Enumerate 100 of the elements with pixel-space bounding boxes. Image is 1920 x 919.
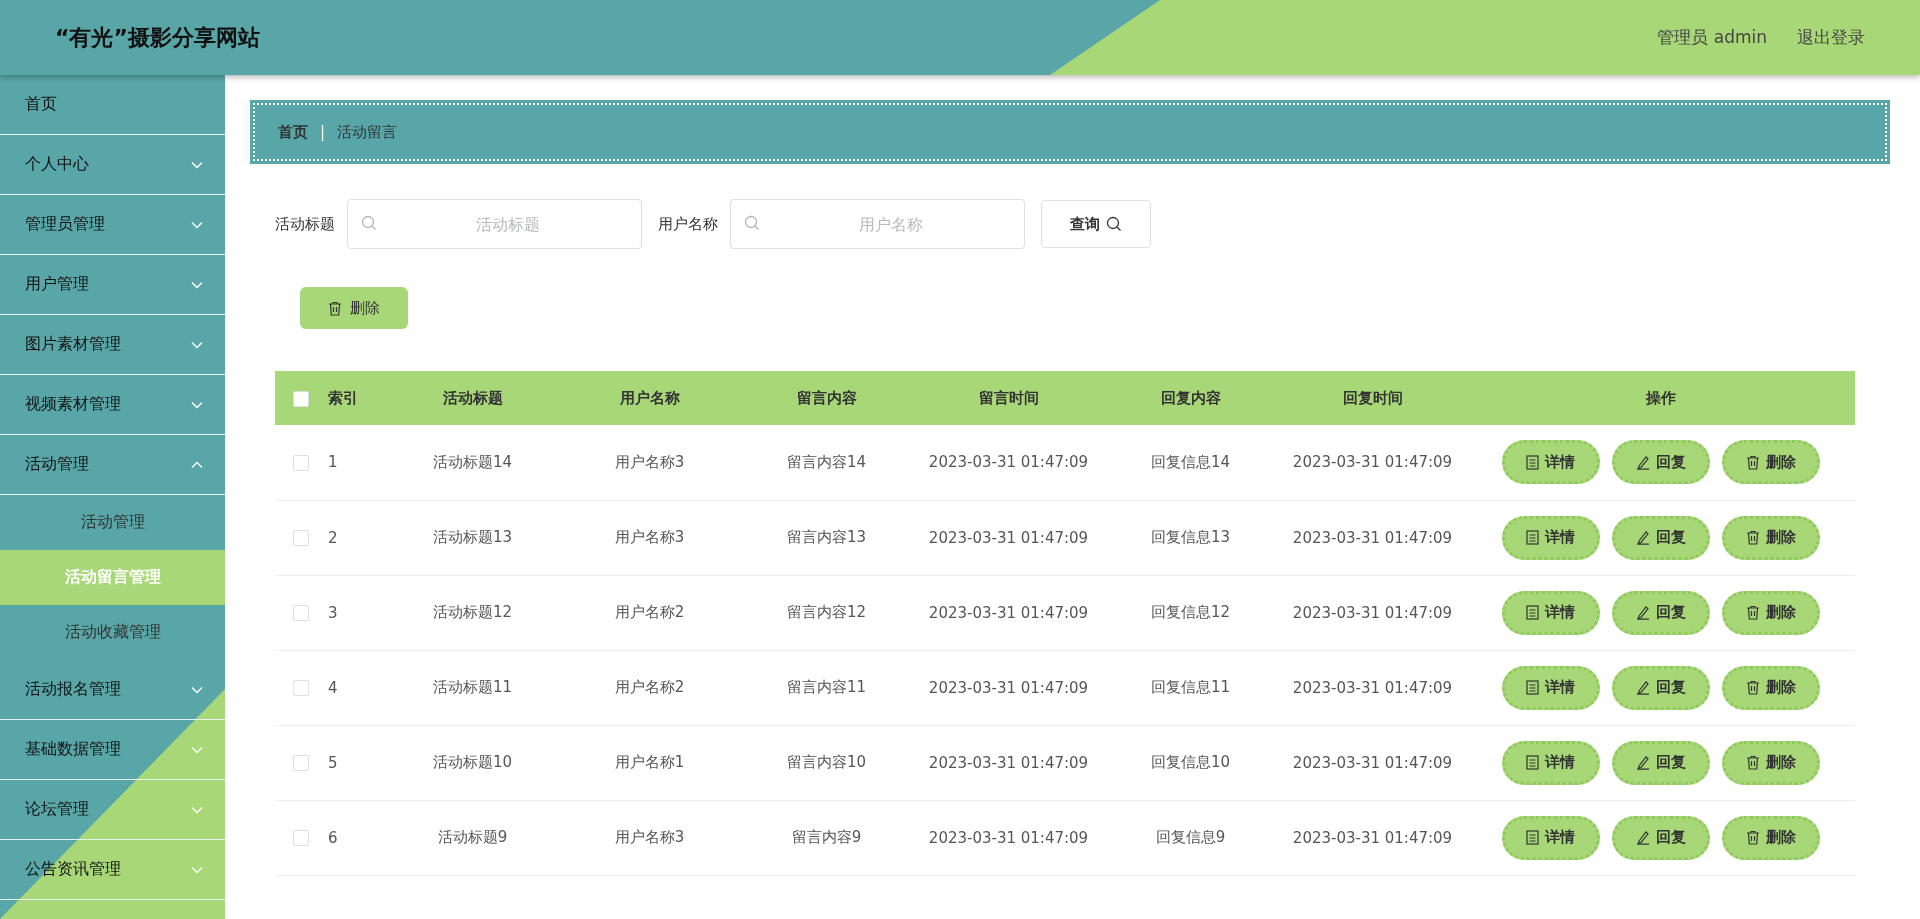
table-cell: 活动标题10 [432, 753, 513, 771]
sidebar-item[interactable]: 图片素材管理 [0, 315, 225, 375]
table-cell: 回复信息13 [1150, 528, 1231, 546]
table-cell-text: 2023-03-31 01:47:09 [928, 752, 1089, 774]
delete-button[interactable]: 删除 [300, 287, 408, 329]
table-cell: 回复信息9 [1155, 828, 1226, 846]
chevron-icon [191, 805, 203, 814]
column-header: 留言时间 [915, 371, 1102, 425]
breadcrumb-current: 活动留言 [337, 122, 398, 142]
table-cell: 回复信息12 [1150, 603, 1231, 621]
row-checkbox[interactable] [293, 680, 309, 696]
pencil-icon [1635, 605, 1650, 620]
document-icon [1526, 605, 1539, 620]
sidebar-item[interactable]: 首页 [0, 75, 225, 135]
document-icon [1526, 680, 1539, 695]
pencil-icon [1635, 755, 1650, 770]
table-cell: 用户名称3 [614, 828, 685, 846]
site-title: “有光”摄影分享网站 [55, 23, 260, 52]
action-button[interactable]: 详情 [1501, 815, 1600, 860]
action-button[interactable]: 删除 [1721, 740, 1820, 785]
select-all-checkbox[interactable] [293, 390, 309, 407]
action-button[interactable]: 删除 [1721, 440, 1820, 485]
trash-icon [1745, 530, 1760, 545]
action-button[interactable]: 删除 [1721, 515, 1820, 560]
sidebar-item[interactable]: 视频素材管理 [0, 375, 225, 435]
action-button[interactable]: 详情 [1501, 590, 1600, 635]
row-checkbox[interactable] [293, 605, 309, 621]
sidebar-item[interactable]: 活动报名管理 [0, 660, 225, 720]
trash-icon [1745, 605, 1760, 620]
sidebar-item[interactable]: 活动管理 [0, 435, 225, 495]
sidebar-item[interactable]: 论坛管理 [0, 780, 225, 840]
table-cell: 留言内容11 [786, 678, 867, 696]
action-button[interactable]: 删除 [1721, 590, 1820, 635]
chevron-icon [191, 865, 203, 874]
action-button[interactable]: 详情 [1501, 515, 1600, 560]
pencil-icon [1635, 680, 1650, 695]
row-checkbox[interactable] [293, 530, 309, 546]
table-cell: 用户名称2 [614, 603, 685, 621]
table-cell: 用户名称1 [614, 753, 685, 771]
sidebar-item[interactable]: 管理员管理 [0, 195, 225, 255]
action-button[interactable]: 删除 [1721, 665, 1820, 710]
sidebar-item[interactable]: 个人中心 [0, 135, 225, 195]
table-cell: 5 [328, 753, 338, 772]
search-label: 活动标题 [275, 214, 335, 234]
table-cell-text: 2023-03-31 01:47:09 [1292, 602, 1453, 624]
submenu-item[interactable]: 活动收藏管理 [0, 605, 225, 660]
row-checkbox[interactable] [293, 755, 309, 771]
table-cell: 6 [328, 828, 338, 847]
action-button[interactable]: 回复 [1611, 665, 1710, 710]
table-cell: 1 [328, 453, 338, 472]
action-button[interactable]: 详情 [1501, 440, 1600, 485]
chevron-icon [191, 745, 203, 754]
table-cell-text: 2023-03-31 01:47:09 [928, 602, 1089, 624]
chevron-icon [191, 460, 203, 469]
search-field[interactable]: 活动标题 [347, 199, 642, 249]
document-icon [1526, 755, 1539, 770]
action-button[interactable]: 详情 [1501, 665, 1600, 710]
action-button[interactable]: 回复 [1611, 515, 1710, 560]
breadcrumb-home-link[interactable]: 首页 [278, 122, 308, 142]
breadcrumb-separator: | [320, 123, 326, 141]
sidebar-item[interactable]: 基础数据管理 [0, 720, 225, 780]
chevron-icon [191, 685, 203, 694]
table-cell: 2 [328, 528, 338, 547]
admin-label: 管理员 admin [1657, 26, 1767, 49]
table-cell: 活动标题13 [432, 528, 513, 546]
action-button[interactable]: 详情 [1501, 740, 1600, 785]
submenu-item[interactable]: 活动管理 [0, 495, 225, 550]
column-header: 用户名称 [561, 371, 738, 425]
column-header: 索引 [327, 371, 384, 425]
table-cell-text: 2023-03-31 01:47:09 [928, 677, 1089, 699]
search-icon [361, 215, 377, 231]
pencil-icon [1635, 530, 1650, 545]
action-button[interactable]: 删除 [1721, 815, 1820, 860]
table-cell-text: 2023-03-31 01:47:09 [928, 827, 1089, 849]
table-cell-text: 2023-03-31 01:47:09 [1292, 827, 1453, 849]
action-button[interactable]: 回复 [1611, 740, 1710, 785]
sidebar-item[interactable]: 公告资讯管理 [0, 840, 225, 900]
logout-link[interactable]: 退出登录 [1797, 26, 1865, 49]
row-checkbox[interactable] [293, 454, 309, 471]
row-checkbox[interactable] [293, 830, 309, 846]
table-cell: 回复信息11 [1150, 678, 1231, 696]
table-cell-text: 2023-03-31 01:47:09 [928, 527, 1089, 549]
trash-icon [328, 300, 342, 316]
search-icon [744, 215, 760, 231]
action-button[interactable]: 回复 [1611, 440, 1710, 485]
query-button[interactable]: 查询 [1041, 200, 1151, 248]
table-cell: 活动标题11 [432, 678, 513, 696]
table-cell-text: 2023-03-31 01:47:09 [928, 452, 1089, 474]
table-cell-text: 2023-03-31 01:47:09 [1292, 452, 1453, 474]
action-button[interactable]: 回复 [1611, 815, 1710, 860]
table-cell: 活动标题12 [432, 603, 513, 621]
table-cell: 4 [328, 678, 338, 697]
search-field[interactable]: 用户名称 [730, 199, 1025, 249]
table-cell: 用户名称2 [614, 678, 685, 696]
action-button[interactable]: 回复 [1611, 590, 1710, 635]
table-cell: 留言内容9 [791, 828, 862, 846]
document-icon [1526, 454, 1539, 470]
table-cell: 留言内容14 [786, 452, 867, 471]
column-header: 留言内容 [738, 371, 915, 425]
sidebar-item[interactable]: 用户管理 [0, 255, 225, 315]
